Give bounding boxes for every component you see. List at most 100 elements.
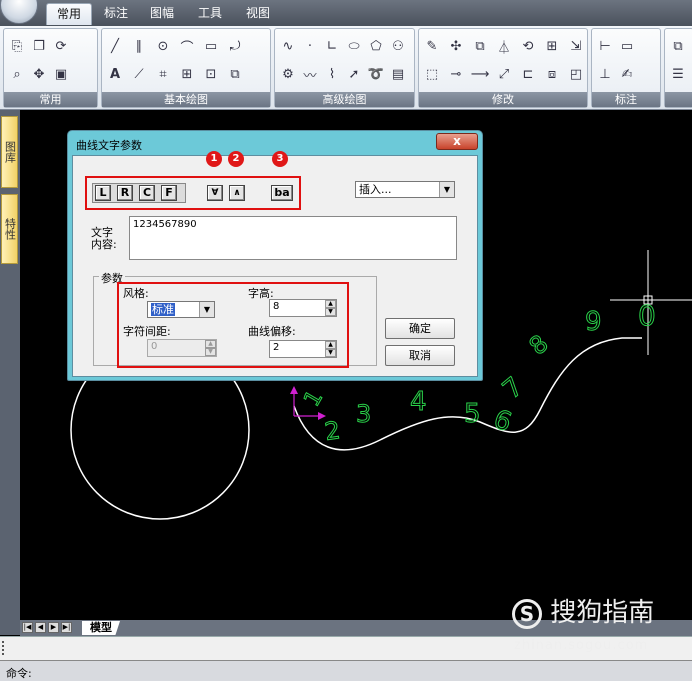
spin-up-icon[interactable]: ▲ bbox=[325, 300, 336, 308]
spacing-input[interactable]: 0 ▲ ▼ bbox=[147, 339, 217, 357]
spline-icon[interactable]: ∿ bbox=[279, 37, 297, 55]
curve-text-char[interactable]: 1 bbox=[299, 386, 329, 412]
text-content-input[interactable]: 1234567890 bbox=[129, 216, 457, 260]
spin-up-icon[interactable]: ▲ bbox=[325, 341, 336, 349]
curve-text-char[interactable]: 7 bbox=[497, 371, 530, 406]
text-icon[interactable]: A bbox=[106, 65, 124, 83]
spin-down-icon[interactable]: ▼ bbox=[205, 348, 216, 356]
trim-icon[interactable]: ⊸ bbox=[447, 65, 465, 83]
mirror-icon[interactable]: ⏃ bbox=[495, 37, 513, 56]
offset-input[interactable]: 2 ▲ ▼ bbox=[269, 340, 337, 358]
curve-text-char[interactable]: 5 bbox=[464, 399, 482, 430]
zoom-icon[interactable]: ⌕ bbox=[8, 65, 26, 83]
curve-text-char[interactable]: 8 bbox=[523, 329, 554, 361]
move-icon[interactable]: ✣ bbox=[447, 37, 465, 55]
curve-text-char[interactable]: 9 bbox=[585, 307, 603, 338]
circle-icon[interactable]: ⊙ bbox=[154, 37, 172, 55]
dim-style-icon[interactable]: ▭ bbox=[618, 37, 636, 55]
image-icon[interactable]: ⧉ bbox=[226, 65, 244, 83]
close-icon: x bbox=[453, 134, 461, 148]
command-line[interactable]: 命令: bbox=[0, 660, 692, 681]
spin-down-icon[interactable]: ▼ bbox=[325, 349, 336, 357]
rect-icon[interactable]: ▭ bbox=[202, 37, 220, 55]
coord-dim-icon[interactable]: ⊥ bbox=[596, 65, 614, 83]
spin-down-icon[interactable]: ▼ bbox=[325, 308, 336, 316]
paste-icon[interactable]: ❐ bbox=[30, 37, 48, 55]
block-icon[interactable]: ⊡ bbox=[202, 65, 220, 83]
arc-icon[interactable]: ⌒ bbox=[178, 37, 196, 56]
user-icon[interactable]: ⚇ bbox=[389, 37, 407, 55]
refresh-icon[interactable]: ⟳ bbox=[52, 37, 70, 55]
gear-shape-icon[interactable]: ⚙ bbox=[279, 65, 297, 83]
curve-text-char[interactable]: 0 bbox=[638, 299, 657, 333]
app-logo[interactable] bbox=[0, 0, 38, 24]
array-icon[interactable]: ⊞ bbox=[543, 37, 561, 55]
ok-button[interactable]: 确定 bbox=[385, 318, 455, 339]
polyline-icon[interactable]: ⤾ bbox=[226, 37, 244, 55]
arrow-icon[interactable]: ➚ bbox=[345, 65, 363, 83]
first-tab-icon[interactable]: |◀ bbox=[22, 622, 33, 633]
prev-tab-icon[interactable]: ◀ bbox=[35, 622, 46, 633]
text-below-button[interactable]: ∀ bbox=[207, 185, 223, 201]
rotate-icon[interactable]: ⟲ bbox=[519, 37, 537, 55]
extend-icon[interactable]: ⟶ bbox=[471, 65, 490, 83]
align-center-button[interactable]: C bbox=[139, 185, 155, 201]
stretch-icon[interactable]: ⤢ bbox=[495, 65, 513, 83]
group-more: ⧉ ☰ bbox=[664, 28, 692, 108]
curve-text-char[interactable]: 3 bbox=[356, 400, 372, 429]
ribbon-tab-bar: 常用 标注 图幅 工具 视图 bbox=[0, 0, 692, 26]
edit-dim-icon[interactable]: ✍ bbox=[618, 65, 636, 83]
spin-up-icon[interactable]: ▲ bbox=[205, 340, 216, 348]
tab-sheet[interactable]: 图幅 bbox=[140, 3, 184, 25]
erase-icon[interactable]: ✎ bbox=[423, 37, 441, 55]
angle-icon[interactable]: ∟ bbox=[323, 37, 341, 55]
select-icon[interactable]: ⬚ bbox=[423, 65, 441, 83]
align-left-button[interactable]: L bbox=[95, 185, 111, 201]
insert-select[interactable]: 插入... ▼ bbox=[355, 181, 455, 198]
spring-icon[interactable]: ➰ bbox=[367, 65, 385, 83]
align-right-button[interactable]: R bbox=[117, 185, 133, 201]
pan-icon[interactable]: ✥ bbox=[30, 65, 48, 83]
library-tab[interactable]: 图库 bbox=[1, 116, 18, 188]
more-icon[interactable]: ⧉ bbox=[669, 37, 687, 55]
cancel-button[interactable]: 取消 bbox=[385, 345, 455, 366]
curve-text-char[interactable]: 6 bbox=[489, 404, 516, 439]
zigzag-icon[interactable]: ⌇ bbox=[323, 65, 341, 83]
table-icon[interactable]: ⊞ bbox=[178, 65, 196, 83]
wave-icon[interactable]: 〰 bbox=[301, 65, 319, 84]
tab-common[interactable]: 常用 bbox=[46, 3, 93, 25]
tab-view[interactable]: 视图 bbox=[236, 3, 280, 25]
flip-text-button[interactable]: ba bbox=[271, 185, 293, 201]
grid-icon[interactable]: ▤ bbox=[389, 65, 407, 83]
scale-icon[interactable]: ⇲ bbox=[567, 37, 585, 55]
explode-icon[interactable]: ⧈ bbox=[543, 65, 561, 83]
next-tab-icon[interactable]: ▶ bbox=[48, 622, 59, 633]
height-input[interactable]: 8 ▲ ▼ bbox=[269, 299, 337, 317]
parallel-icon[interactable]: ∥ bbox=[130, 37, 148, 55]
copy-obj-icon[interactable]: ⧉ bbox=[471, 37, 489, 55]
line-icon[interactable]: ╱ bbox=[106, 37, 124, 55]
last-tab-icon[interactable]: ▶| bbox=[61, 622, 72, 633]
linear-dim-icon[interactable]: ⊢ bbox=[596, 37, 614, 55]
tab-annotate[interactable]: 标注 bbox=[94, 3, 138, 25]
align-fit-button[interactable]: F bbox=[161, 185, 177, 201]
menu-lines-icon[interactable]: ☰ bbox=[669, 65, 687, 83]
curve-text-char[interactable]: 2 bbox=[322, 416, 342, 447]
close-button[interactable]: x bbox=[436, 133, 478, 150]
dimension-icon[interactable]: ⟋ bbox=[130, 65, 148, 83]
hatch-icon[interactable]: ⌗ bbox=[154, 65, 172, 83]
fillet-icon[interactable]: ◰ bbox=[567, 65, 585, 83]
point-icon[interactable]: · bbox=[301, 37, 319, 55]
tab-tools[interactable]: 工具 bbox=[188, 3, 232, 25]
style-select[interactable]: 标准 ▼ bbox=[147, 301, 215, 318]
properties-tab[interactable]: 特性 bbox=[1, 194, 18, 264]
text-above-button[interactable]: ∧ bbox=[229, 185, 245, 201]
polygon-icon[interactable]: ⬠ bbox=[367, 37, 385, 55]
copy-icon[interactable]: ⎘ bbox=[8, 37, 26, 55]
curve-text-char[interactable]: 4 bbox=[410, 387, 428, 418]
window-icon[interactable]: ▣ bbox=[52, 65, 70, 83]
break-icon[interactable]: ⊏ bbox=[519, 65, 537, 83]
badge-3: 3 bbox=[272, 151, 288, 167]
ellipse-icon[interactable]: ⬭ bbox=[345, 37, 363, 55]
model-tab[interactable]: 模型 bbox=[82, 621, 120, 635]
